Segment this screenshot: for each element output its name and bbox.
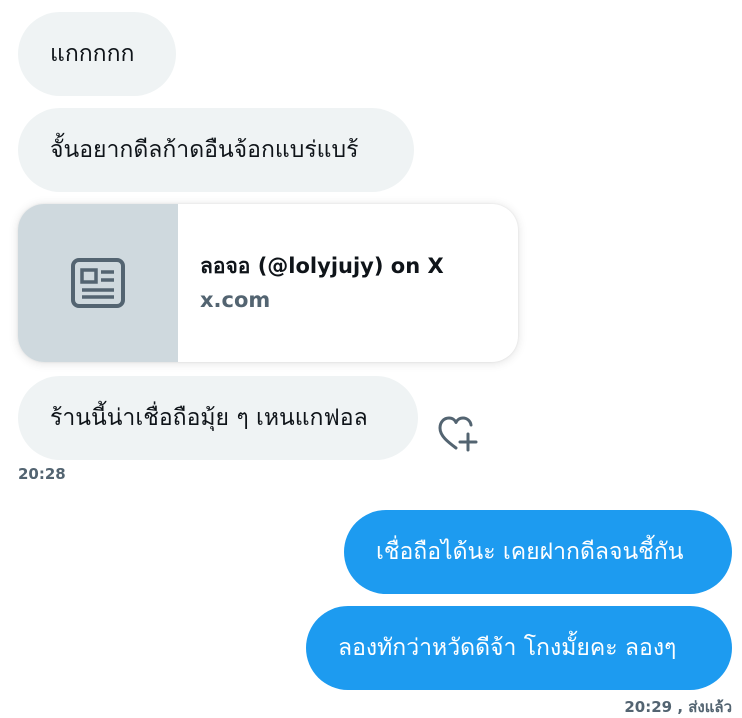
card-thumbnail bbox=[18, 204, 178, 362]
card-title: ลอจอ (@lolyjujy) on X bbox=[200, 254, 444, 278]
add-reaction-button[interactable] bbox=[436, 414, 480, 454]
card-body: ลอจอ (@lolyjujy) on X x.com bbox=[178, 204, 518, 362]
outgoing-message[interactable]: ลองทักว่าหวัดดีจ้า โกงมั้ยคะ ลองๆ bbox=[306, 606, 732, 690]
outgoing-message[interactable]: เชื่อถือได้นะ เคยฝากดีลจนชี้กัน bbox=[344, 510, 732, 594]
message-timestamp: 20:28 bbox=[18, 465, 66, 483]
sent-status: 20:29 , ส่งแล้ว bbox=[624, 698, 732, 716]
link-preview-card[interactable]: ลอจอ (@lolyjujy) on X x.com bbox=[18, 204, 518, 362]
heart-plus-icon bbox=[438, 416, 478, 452]
dm-conversation: แกกกกก จั้นอยากดีลก้าดอืนจ้อกแบร่แบร้ ลอ… bbox=[0, 0, 742, 718]
incoming-message[interactable]: แกกกกก bbox=[18, 12, 176, 96]
card-domain: x.com bbox=[200, 288, 271, 312]
incoming-message[interactable]: จั้นอยากดีลก้าดอืนจ้อกแบร่แบร้ bbox=[18, 108, 414, 192]
incoming-message[interactable]: ร้านนี้น่าเชื่อถือมุ้ย ๆ เหนแกฟอล bbox=[18, 376, 418, 460]
article-icon bbox=[71, 258, 125, 308]
